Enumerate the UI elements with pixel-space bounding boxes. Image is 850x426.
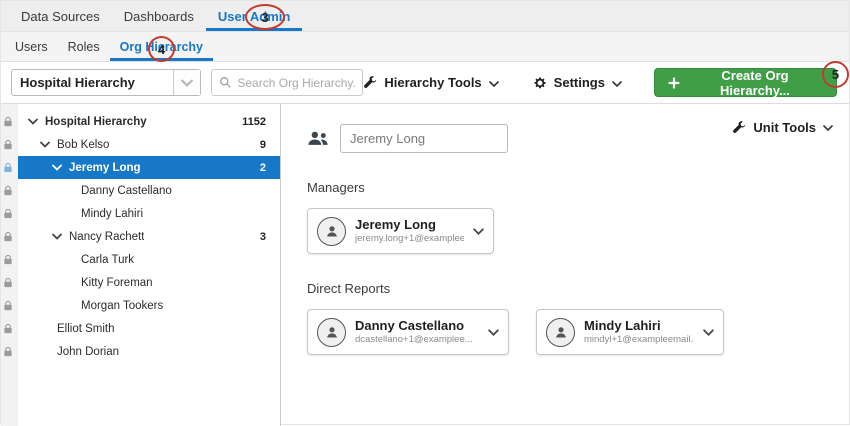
tree-row-count: 1152 xyxy=(242,116,280,128)
chevron-down-icon[interactable] xyxy=(473,228,484,235)
lock-icon xyxy=(3,116,13,128)
gear-icon xyxy=(533,76,547,90)
chevron-down-icon[interactable] xyxy=(52,233,69,240)
nav-dashboards[interactable]: Dashboards xyxy=(112,1,206,31)
primary-nav: Data Sources Dashboards User Admin xyxy=(1,1,849,32)
person-email: dcastellano+1@examplee... xyxy=(355,334,473,346)
person-email: jeremy.long+1@examplee... xyxy=(355,233,464,245)
person-email: mindyl+1@exampleemail... xyxy=(584,334,694,346)
tree-row-label: Carla Turk xyxy=(81,254,134,266)
chevron-down-icon[interactable] xyxy=(52,164,69,171)
avatar-icon xyxy=(317,318,346,347)
content: Hospital Hierarchy 1152 Bob Kelso 9 Jere… xyxy=(1,104,849,426)
hierarchy-select-value: Hospital Hierarchy xyxy=(12,70,173,95)
tree-row-count: 2 xyxy=(260,162,280,174)
tree-row[interactable]: Hospital Hierarchy 1152 xyxy=(18,110,280,133)
lock-icon xyxy=(3,254,13,266)
hierarchy-tools-label: Hierarchy Tools xyxy=(384,75,481,90)
chevron-down-icon[interactable] xyxy=(488,329,499,336)
lock-icon xyxy=(3,277,13,289)
chevron-down-icon xyxy=(823,125,833,131)
annotation-circle-3: 3 xyxy=(245,4,285,30)
plus-icon xyxy=(668,77,680,89)
tree-row-label: Nancy Rachett xyxy=(69,231,144,243)
lock-icon xyxy=(3,231,13,243)
person-name: Jeremy Long xyxy=(355,217,464,233)
tree-row-label: Elliot Smith xyxy=(57,323,115,335)
tree-row[interactable]: Morgan Tookers xyxy=(18,294,280,317)
direct-report-card[interactable]: Mindy Lahiri mindyl+1@exampleemail... xyxy=(536,309,724,355)
toolbar: Hospital Hierarchy Hierarchy Tools S xyxy=(1,62,849,104)
avatar-icon xyxy=(317,217,346,246)
annotation-circle-5: 5 xyxy=(822,61,849,88)
chevron-down-icon xyxy=(173,70,200,95)
tree-row-count: 9 xyxy=(260,139,280,151)
tab-roles[interactable]: Roles xyxy=(58,32,110,61)
tree-row-label: Danny Castellano xyxy=(81,185,172,197)
wrench-icon xyxy=(732,121,746,135)
chevron-down-icon xyxy=(489,81,499,87)
lock-icon xyxy=(3,208,13,220)
chevron-down-icon[interactable] xyxy=(28,118,45,125)
settings-button[interactable]: Settings xyxy=(533,75,622,90)
tree-row-selected[interactable]: Jeremy Long 2 xyxy=(18,156,280,179)
avatar-icon xyxy=(546,318,575,347)
org-admin-app: Data Sources Dashboards User Admin Users… xyxy=(0,0,850,425)
lock-icon xyxy=(3,323,13,335)
hierarchy-tools-button[interactable]: Hierarchy Tools xyxy=(363,75,498,90)
unit-name-input[interactable] xyxy=(340,124,508,153)
direct-report-card[interactable]: Danny Castellano dcastellano+1@examplee.… xyxy=(307,309,509,355)
create-org-hierarchy-button[interactable]: Create Org Hierarchy... xyxy=(654,68,837,97)
tree-row[interactable]: John Dorian xyxy=(18,340,280,363)
hierarchy-select[interactable]: Hospital Hierarchy xyxy=(11,69,201,96)
tree-row-label: Hospital Hierarchy xyxy=(45,116,147,128)
tree-row[interactable]: Bob Kelso 9 xyxy=(18,133,280,156)
tree-row[interactable]: Elliot Smith xyxy=(18,317,280,340)
lock-icon xyxy=(3,185,13,197)
tree-row-label: Kitty Foreman xyxy=(81,277,153,289)
settings-label: Settings xyxy=(554,75,605,90)
chevron-down-icon[interactable] xyxy=(40,141,57,148)
tree-row-label: Morgan Tookers xyxy=(81,300,163,312)
tree-row[interactable]: Mindy Lahiri xyxy=(18,202,280,225)
tree-row-label: John Dorian xyxy=(57,346,119,358)
managers-list: Jeremy Long jeremy.long+1@examplee... xyxy=(307,208,833,254)
annotation-circle-4: 4 xyxy=(148,36,175,62)
search-input[interactable] xyxy=(237,76,355,90)
wrench-icon xyxy=(363,76,377,90)
person-name: Mindy Lahiri xyxy=(584,318,694,334)
secondary-nav: Users Roles Org Hierarchy xyxy=(1,32,849,62)
person-name: Danny Castellano xyxy=(355,318,473,334)
direct-reports-list: Danny Castellano dcastellano+1@examplee.… xyxy=(307,309,833,355)
unit-detail-panel: Unit Tools Managers Jeremy Lon xyxy=(281,104,849,426)
lock-icon xyxy=(3,139,13,151)
lock-icon xyxy=(3,162,13,174)
tree-row[interactable]: Danny Castellano xyxy=(18,179,280,202)
tree-row-count: 3 xyxy=(260,231,280,243)
tree-row[interactable]: Kitty Foreman xyxy=(18,271,280,294)
search-icon xyxy=(219,76,232,89)
tree-row-label: Mindy Lahiri xyxy=(81,208,143,220)
tab-users[interactable]: Users xyxy=(5,32,58,61)
managers-heading: Managers xyxy=(307,180,833,195)
lock-icon xyxy=(3,300,13,312)
org-hierarchy-search xyxy=(211,69,363,96)
unit-tools-button[interactable]: Unit Tools xyxy=(732,120,833,135)
org-tree-panel: Hospital Hierarchy 1152 Bob Kelso 9 Jere… xyxy=(1,104,281,426)
create-org-hierarchy-label: Create Org Hierarchy... xyxy=(687,68,823,98)
lock-icon xyxy=(3,346,13,358)
tree-row-label: Jeremy Long xyxy=(69,162,141,174)
tree-row[interactable]: Nancy Rachett 3 xyxy=(18,225,280,248)
tree-row[interactable]: Carla Turk xyxy=(18,248,280,271)
chevron-down-icon[interactable] xyxy=(703,329,714,336)
unit-tools-label: Unit Tools xyxy=(753,120,816,135)
direct-reports-heading: Direct Reports xyxy=(307,281,833,296)
nav-data-sources[interactable]: Data Sources xyxy=(9,1,112,31)
tree-row-label: Bob Kelso xyxy=(57,139,109,151)
chevron-down-icon xyxy=(612,81,622,87)
manager-card[interactable]: Jeremy Long jeremy.long+1@examplee... xyxy=(307,208,494,254)
org-unit-people-icon xyxy=(307,130,329,147)
